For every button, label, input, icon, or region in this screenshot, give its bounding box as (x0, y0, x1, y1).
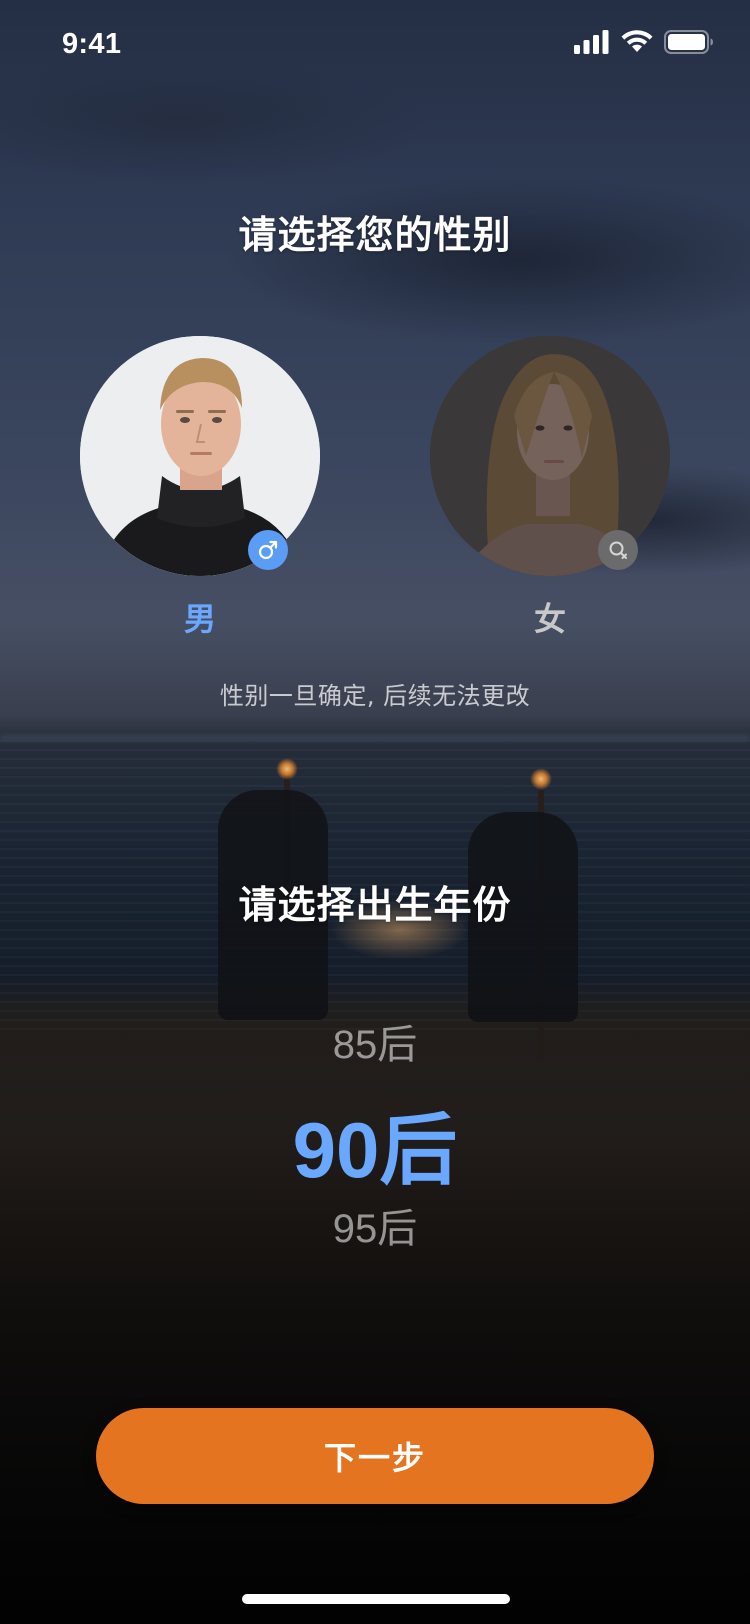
gender-section-title: 请选择您的性别 (238, 213, 512, 257)
female-badge (598, 530, 638, 570)
male-symbol-icon (258, 540, 278, 560)
female-symbol-icon (609, 541, 627, 559)
year-option-90-selected[interactable]: 90后 (0, 1088, 750, 1200)
male-badge (248, 530, 288, 570)
cellular-signal-icon (574, 30, 609, 54)
gender-option-female[interactable]: 女 (430, 336, 670, 638)
year-option-95[interactable]: 95后 (0, 1196, 750, 1254)
home-indicator[interactable] (242, 1594, 510, 1604)
status-bar: 9:41 (0, 0, 750, 92)
wifi-icon (621, 30, 653, 52)
gender-label-male: 男 (183, 600, 216, 638)
battery-icon (664, 30, 713, 54)
birth-year-section-title: 请选择出生年份 (238, 883, 512, 927)
year-option-85[interactable]: 85后 (0, 1012, 750, 1070)
status-time: 9:41 (62, 28, 122, 60)
gender-hint-text: 性别一旦确定, 后续无法更改 (219, 682, 531, 710)
gender-option-male[interactable]: 男 (80, 336, 320, 638)
status-icons (574, 30, 714, 54)
next-step-button[interactable]: 下一步 (96, 1408, 654, 1504)
gender-age-selection-screen: 9:41 请选择您的性别 男 女 性别一旦确定, 后续无法更改 请选择出生年份 … (0, 0, 750, 1624)
gender-label-female: 女 (533, 600, 566, 638)
